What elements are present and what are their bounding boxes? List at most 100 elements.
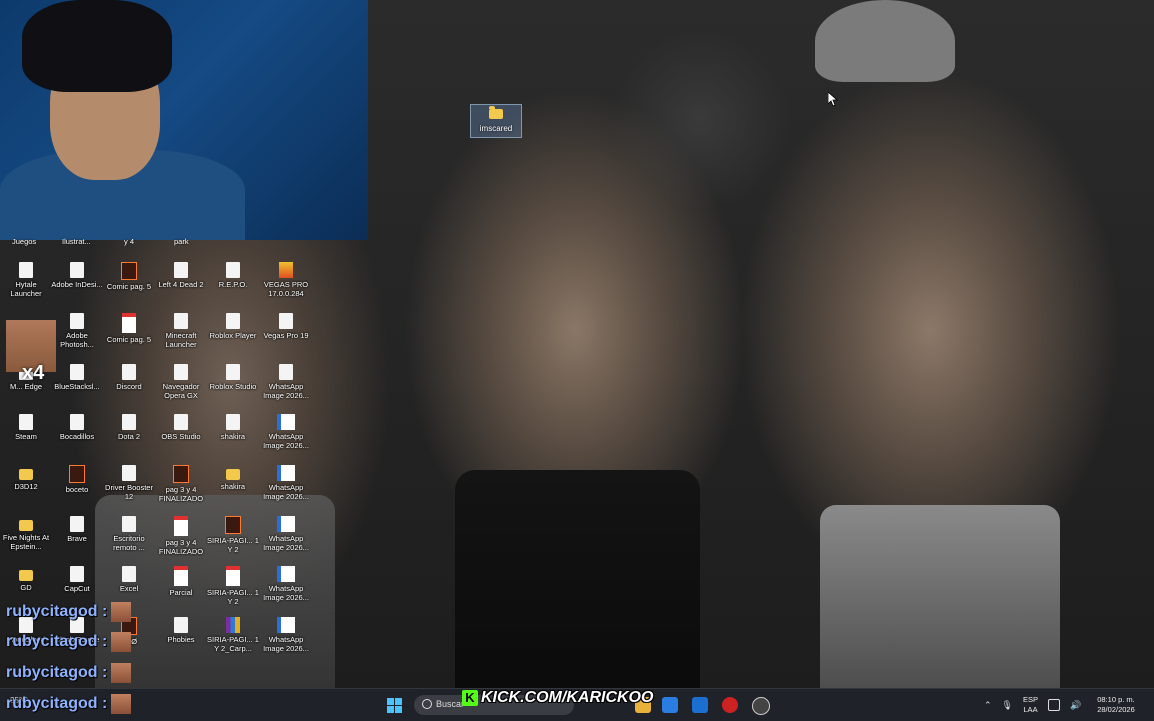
desktop-icon-label: WhatsApp Image 2026... xyxy=(263,382,309,400)
desktop-icon[interactable]: Navegador Opera GX xyxy=(155,364,207,400)
desktop-icon-label: Adobe Photosh... xyxy=(60,331,94,349)
desktop-icon-label-partial: Ilustrat... xyxy=(62,237,91,246)
desktop-icon[interactable]: Parcial xyxy=(155,566,207,597)
file-icon xyxy=(226,617,240,633)
clock[interactable]: 08:10 p. m. 28/02/2026 xyxy=(1097,695,1135,715)
kick-banner-text: KICK.COM/KARICKOO xyxy=(481,689,654,706)
desktop-icon[interactable]: WhatsApp Image 2026... xyxy=(260,414,312,450)
desktop-icon[interactable]: WhatsApp Image 2026... xyxy=(260,516,312,552)
desktop-icon[interactable]: Dota 2 xyxy=(103,414,155,441)
desktop-icon[interactable]: Roblox Player xyxy=(207,313,259,340)
desktop-icon[interactable]: SIRIA-PAGI... 1 Y 2 xyxy=(207,516,259,554)
desktop-icon[interactable]: WhatsApp Image 2026... xyxy=(260,364,312,400)
desktop-icon-label: WhatsApp Image 2026... xyxy=(263,534,309,552)
desktop-icon[interactable]: shakira xyxy=(207,414,259,441)
desktop-icon[interactable]: Minecraft Launcher xyxy=(155,313,207,349)
desktop-icon[interactable]: pag 3 y 4 FINALIZADO xyxy=(155,516,207,556)
desktop-icon[interactable]: Steam xyxy=(0,414,52,441)
start-button[interactable] xyxy=(387,698,402,713)
chevron-up-icon[interactable]: ⌃ xyxy=(984,700,992,711)
file-icon xyxy=(277,414,295,430)
file-icon xyxy=(225,516,241,534)
desktop-icon-label: WhatsApp Image 2026... xyxy=(263,635,309,653)
mouse-cursor xyxy=(827,91,839,112)
desktop-icon[interactable]: Phobies xyxy=(155,617,207,644)
desktop-icon[interactable]: VEGAS PRO 17.0.0.284 xyxy=(260,262,312,298)
folder-icon xyxy=(226,469,240,480)
file-icon xyxy=(226,262,240,278)
microphone-icon[interactable]: 🎙 xyxy=(1002,700,1013,711)
webcam-hair xyxy=(22,0,172,92)
desktop-icon-label: Bocadillos xyxy=(59,432,95,441)
desktop-icon[interactable]: Roblox Studio xyxy=(207,364,259,391)
chrome-icon[interactable] xyxy=(752,697,770,715)
webcam-overlay xyxy=(0,0,368,240)
desktop-icon[interactable]: Adobe InDesi... xyxy=(51,262,103,289)
file-icon xyxy=(277,617,295,633)
file-icon xyxy=(174,617,188,633)
desktop-icon[interactable]: Five Nights At Epstein... xyxy=(0,516,52,551)
desktop-icon-label: shakira xyxy=(220,482,246,491)
file-icon xyxy=(279,313,293,329)
desktop-icon[interactable]: Driver Booster 12 xyxy=(103,465,155,501)
record-app-icon[interactable] xyxy=(722,697,738,713)
desktop-icon[interactable]: D3D12 xyxy=(0,465,52,491)
desktop-icon[interactable]: CapCut xyxy=(51,566,103,593)
desktop-icon-label: SIRIA-PAGI... 1 Y 2_Carp... xyxy=(207,635,259,653)
desktop-icon[interactable]: shakira xyxy=(207,465,259,491)
desktop-icon-label: Navegador Opera GX xyxy=(162,382,200,400)
file-icon xyxy=(122,516,136,532)
monitor-icon[interactable] xyxy=(1048,699,1060,711)
desktop-icon[interactable]: Adobe Photosh... xyxy=(51,313,103,349)
desktop-icon[interactable]: Hytale Launcher xyxy=(0,262,52,298)
desktop-icon[interactable]: Left 4 Dead 2 xyxy=(155,262,207,289)
desktop-icon-label: BlueStacksl... xyxy=(54,382,100,391)
chat-message: rubycitagod : xyxy=(6,631,132,653)
desktop-icon[interactable]: pag 3 y 4 FINALIZADO xyxy=(155,465,207,503)
desktop-icon[interactable]: Discord xyxy=(103,364,155,391)
desktop-icon[interactable]: Vegas Pro 19 xyxy=(260,313,312,340)
desktop-icon-label: Minecraft Launcher xyxy=(165,331,197,349)
file-icon xyxy=(122,313,136,333)
desktop-icon[interactable]: WhatsApp Image 2026... xyxy=(260,465,312,501)
desktop-icon-label-partial: Juegos xyxy=(12,237,37,246)
desktop-icon[interactable]: SIRIA-PAGI... 1 Y 2_Carp... xyxy=(207,617,259,653)
desktop-icon-label: VEGAS PRO 17.0.0.284 xyxy=(263,280,309,298)
desktop-icon-label: Escritorio remoto ... xyxy=(113,534,145,552)
folder-icon xyxy=(19,520,33,531)
file-icon xyxy=(70,262,84,278)
chat-message: rubycitagod : xyxy=(6,662,132,684)
desktop-icon[interactable]: WhatsApp Image 2026... xyxy=(260,566,312,602)
language-indicator[interactable]: ESP LAA xyxy=(1023,695,1038,715)
desktop-icon[interactable]: WhatsApp Image 2026... xyxy=(260,617,312,653)
desktop-icon[interactable]: OBS Studio xyxy=(155,414,207,441)
desktop-icon-label: R.E.P.O. xyxy=(218,280,248,289)
file-icon xyxy=(279,364,293,380)
desktop-icon[interactable]: R.E.P.O. xyxy=(207,262,259,289)
desktop-icon[interactable]: Excel xyxy=(103,566,155,593)
search-icon xyxy=(422,699,432,709)
desktop-icon[interactable]: GD xyxy=(0,566,52,592)
desktop-icon-label: shakira xyxy=(220,432,246,441)
desktop-icon[interactable]: Bocadillos xyxy=(51,414,103,441)
file-icon xyxy=(70,516,84,532)
desktop-icon[interactable]: Comic pag. 5 xyxy=(103,313,155,344)
volume-icon[interactable]: 🔊 xyxy=(1070,700,1081,711)
store-icon[interactable] xyxy=(662,697,678,713)
file-icon xyxy=(226,364,240,380)
language-code: ESP xyxy=(1022,695,1038,704)
desktop-icon-label: pag 3 y 4 FINALIZADO xyxy=(158,485,204,503)
outlook-icon[interactable] xyxy=(692,697,708,713)
desktop-icon-label: WhatsApp Image 2026... xyxy=(263,483,309,501)
desktop-icon[interactable]: Escritorio remoto ... xyxy=(103,516,155,552)
file-icon xyxy=(277,465,295,481)
file-icon xyxy=(226,313,240,329)
desktop-icon[interactable]: boceto xyxy=(51,465,103,494)
desktop-icon[interactable]: Comic pag. 5 xyxy=(103,262,155,291)
desktop-icon[interactable]: SIRIA-PAGI... 1 Y 2 xyxy=(207,566,259,606)
desktop-icon[interactable]: Brave xyxy=(51,516,103,543)
desktop-icon-label: D3D12 xyxy=(14,482,38,491)
chat-username: rubycitagod : xyxy=(6,664,108,681)
desktop-folder-imscared[interactable]: imscared xyxy=(470,104,522,138)
desktop-icon[interactable]: BlueStacksl... xyxy=(51,364,103,391)
